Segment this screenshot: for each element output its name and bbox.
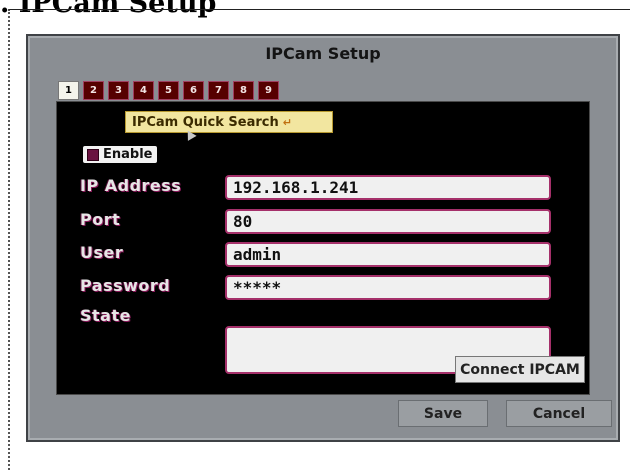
camera-tabs: 1 2 3 4 5 6 7 8 9 [58, 81, 279, 100]
enable-label: Enable [103, 147, 153, 162]
password-label: Password [80, 276, 171, 295]
port-field[interactable]: 80 [225, 209, 551, 234]
quick-search-button[interactable]: IPCam Quick Search ↵ [125, 111, 333, 133]
checkbox-icon [87, 148, 99, 161]
connect-ipcam-button[interactable]: Connect IPCAM [455, 356, 585, 383]
tab-camera-4[interactable]: 4 [133, 81, 154, 100]
enable-checkbox[interactable]: Enable [83, 146, 157, 163]
camera-settings-panel: IPCam Quick Search ↵ Enable IP Address 1… [56, 101, 590, 395]
dialog-title: IPCam Setup [265, 44, 381, 63]
tab-camera-8[interactable]: 8 [233, 81, 254, 100]
enter-icon: ↵ [282, 115, 292, 129]
ip-address-field[interactable]: 192.168.1.241 [225, 175, 551, 200]
user-label: User [80, 243, 124, 262]
tab-camera-1[interactable]: 1 [58, 81, 79, 100]
port-label: Port [80, 210, 121, 229]
ip-address-label: IP Address [80, 176, 182, 195]
quick-search-label: IPCam Quick Search [132, 114, 279, 130]
tab-camera-7[interactable]: 7 [208, 81, 229, 100]
tab-camera-9[interactable]: 9 [258, 81, 279, 100]
save-button[interactable]: Save [398, 400, 488, 427]
user-field[interactable]: admin [225, 242, 551, 267]
tab-camera-6[interactable]: 6 [183, 81, 204, 100]
state-label: State [80, 306, 131, 325]
tab-camera-2[interactable]: 2 [83, 81, 104, 100]
password-field[interactable]: ***** [225, 275, 551, 300]
ipcam-setup-dialog: IPCam Setup 1 2 3 4 5 6 7 8 9 IPCam Quic… [26, 34, 620, 442]
cancel-button[interactable]: Cancel [506, 400, 612, 427]
tab-camera-3[interactable]: 3 [108, 81, 129, 100]
tab-camera-5[interactable]: 5 [158, 81, 179, 100]
